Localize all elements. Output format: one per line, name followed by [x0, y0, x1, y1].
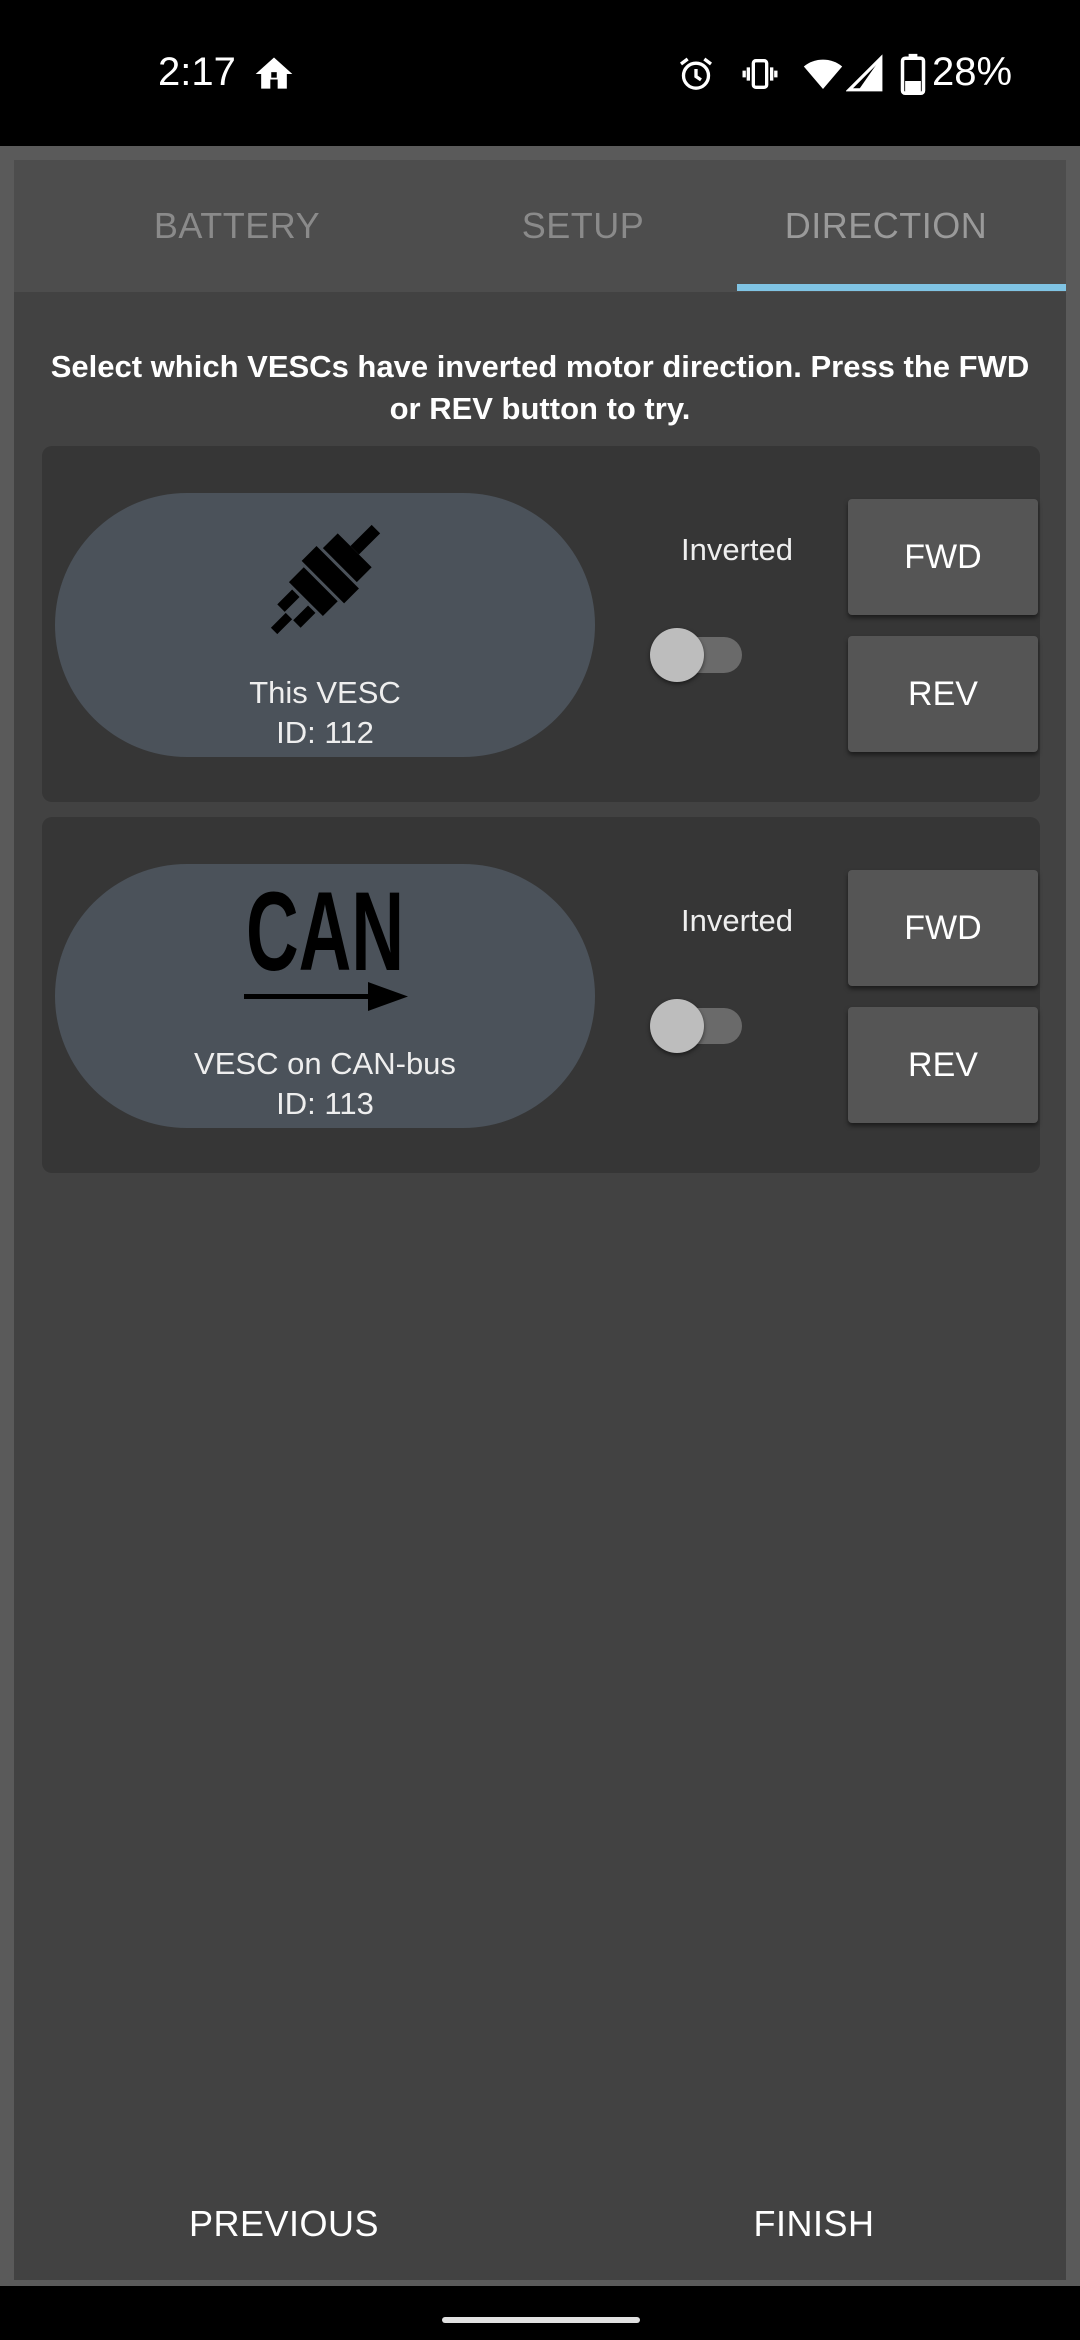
vesc-id: ID: 112: [276, 715, 374, 750]
can-bus-icon: CAN: [55, 876, 595, 1026]
tab-battery[interactable]: BATTERY: [14, 160, 460, 292]
tab-bar: BATTERY SETUP DIRECTION: [14, 160, 1066, 292]
gesture-handle[interactable]: [442, 2317, 640, 2323]
navigation-bar: [0, 2286, 1080, 2340]
battery-percent: 28%: [932, 50, 1013, 94]
toggle-thumb: [650, 999, 704, 1053]
setup-dialog: BATTERY SETUP DIRECTION Select which VES…: [14, 160, 1066, 2280]
inverted-label: Inverted: [680, 532, 793, 567]
tab-setup[interactable]: SETUP: [460, 160, 706, 292]
toggle-thumb: [650, 628, 704, 682]
inverted-toggle[interactable]: [650, 620, 760, 682]
tab-indicator: [737, 284, 1066, 291]
rev-button[interactable]: REV: [848, 1007, 1038, 1123]
status-icons: [676, 52, 926, 96]
signal-icon: [846, 54, 884, 94]
vesc-name: VESC on CAN-bus: [194, 1046, 456, 1081]
vesc-card: CAN VESC on CAN-bus ID: 113 Inverted FWD…: [42, 817, 1040, 1173]
previous-button[interactable]: PREVIOUS: [134, 2184, 434, 2264]
fwd-button[interactable]: FWD: [848, 870, 1038, 986]
vesc-id: ID: 113: [276, 1086, 374, 1121]
vesc-card: This VESC ID: 112 Inverted FWD REV: [42, 446, 1040, 802]
status-bar: 2:17 28%: [0, 0, 1080, 146]
home-icon: [252, 52, 296, 96]
rev-button[interactable]: REV: [848, 636, 1038, 752]
vibrate-icon: [740, 54, 780, 94]
vesc-info-pill: CAN VESC on CAN-bus ID: 113: [55, 864, 595, 1128]
battery-icon: [900, 53, 926, 95]
wifi-icon: [802, 54, 844, 94]
plug-icon: [55, 505, 595, 655]
fwd-button[interactable]: FWD: [848, 499, 1038, 615]
tab-direction[interactable]: DIRECTION: [706, 160, 1066, 292]
inverted-toggle[interactable]: [650, 991, 760, 1053]
instructions-text: Select which VESCs have inverted motor d…: [50, 349, 1030, 426]
finish-button[interactable]: FINISH: [664, 2184, 964, 2264]
status-time: 2:17: [158, 50, 236, 94]
alarm-icon: [676, 54, 716, 94]
vesc-info-pill: This VESC ID: 112: [55, 493, 595, 757]
inverted-label: Inverted: [680, 903, 793, 938]
vesc-name: This VESC: [249, 675, 401, 710]
can-icon-text: CAN: [246, 876, 404, 994]
